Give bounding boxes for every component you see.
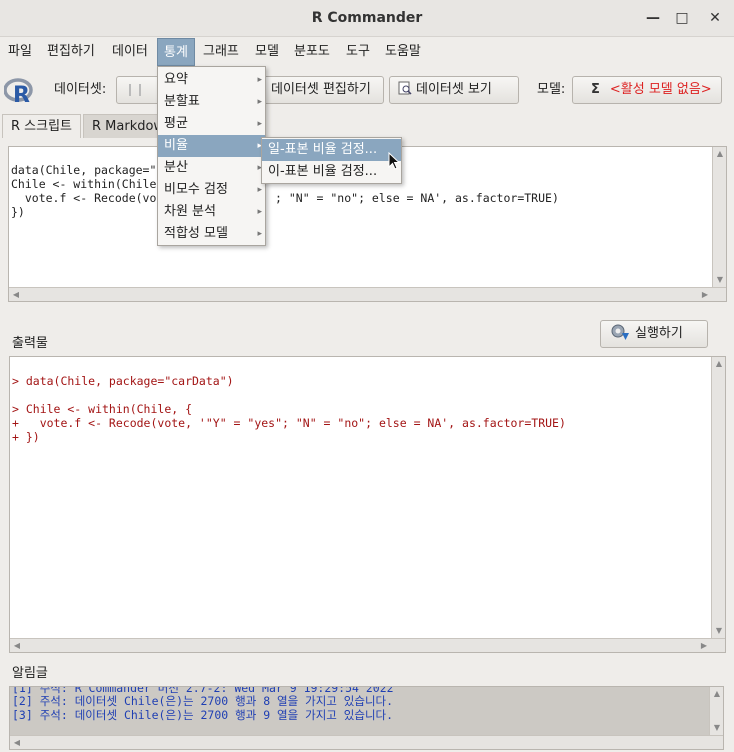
messages-label: 알림글 — [12, 666, 48, 681]
close-button[interactable]: ✕ — [705, 8, 725, 28]
script-line-3: vote.f <- Recode(vo — [11, 191, 157, 205]
menu-data[interactable]: 데이터 — [106, 38, 154, 66]
gear-run-icon — [611, 324, 629, 340]
scroll-left-arrow-icon[interactable]: ◀ — [10, 736, 24, 749]
maximize-button[interactable]: □ — [672, 8, 692, 28]
menu-graphs[interactable]: 그래프 — [197, 38, 245, 66]
script-line-3-tail: ; "N" = "no"; else = NA', as.factor=TRUE… — [275, 191, 559, 205]
minimize-button[interactable]: — — [643, 8, 663, 28]
run-button[interactable]: 실행하기 — [600, 320, 708, 348]
output-line-4: + vote.f <- Recode(vote, '"Y" = "yes"; "… — [12, 416, 566, 430]
sigma-icon: Σ — [591, 82, 600, 97]
view-dataset-button[interactable]: 데이터셋 보기 — [389, 76, 519, 104]
output-label: 출력물 — [12, 336, 48, 351]
output-horizontal-scrollbar[interactable]: ◀ ▶ — [10, 638, 725, 652]
menu-item-contingency-tables[interactable]: 분할표 ▸ — [158, 91, 265, 113]
script-line-4: }) — [11, 205, 25, 219]
menu-statistics[interactable]: 통계 — [157, 38, 195, 66]
message-line-2: [2] 주석: 데이터셋 Chile(은)는 2700 행과 8 열을 가지고 … — [12, 694, 394, 708]
menu-item-summaries[interactable]: 요약 ▸ — [158, 69, 265, 91]
proportions-submenu: 일-표본 비율 검정... 이-표본 비율 검정... — [261, 137, 402, 184]
output-line-5: + }) — [12, 430, 40, 444]
r-logo-icon: R — [4, 78, 33, 105]
script-vertical-scrollbar[interactable]: ▲ ▼ — [712, 147, 726, 287]
messages-horizontal-scrollbar[interactable]: ◀ — [10, 735, 723, 749]
script-line-2: Chile <- within(Chile — [11, 177, 157, 191]
submenu-arrow-icon: ▸ — [257, 207, 262, 217]
menu-file[interactable]: 파일 — [2, 38, 38, 66]
scroll-down-arrow-icon[interactable]: ▼ — [712, 624, 726, 638]
message-line-3: [3] 주석: 데이터셋 Chile(은)는 2700 행과 9 열을 가지고 … — [12, 708, 394, 722]
output-vertical-scrollbar[interactable]: ▲ ▼ — [711, 357, 725, 638]
menu-item-fit-models[interactable]: 적합성 모델 ▸ — [158, 223, 265, 245]
scroll-up-arrow-icon[interactable]: ▲ — [712, 357, 726, 371]
scroll-left-arrow-icon[interactable]: ◀ — [10, 639, 24, 653]
script-line-1: data(Chile, package=" — [11, 163, 157, 177]
menu-item-proportions[interactable]: 비율 ▸ — [158, 135, 265, 157]
dataset-label: 데이터셋: — [54, 82, 107, 97]
scroll-left-arrow-icon[interactable]: ◀ — [9, 288, 23, 302]
scroll-down-arrow-icon[interactable]: ▼ — [713, 273, 727, 287]
scroll-up-arrow-icon[interactable]: ▲ — [713, 147, 727, 161]
messages-pane[interactable]: [1] 주석: R Commander 버전 2.7-2: Wed Mar 9 … — [9, 686, 724, 750]
output-pane[interactable]: > data(Chile, package="carData") > Chile… — [9, 356, 726, 653]
menu-item-two-sample-proportions-test[interactable]: 이-표본 비율 검정... — [262, 161, 401, 183]
scroll-up-arrow-icon[interactable]: ▲ — [710, 687, 723, 701]
submenu-arrow-icon: ▸ — [257, 97, 262, 107]
tab-r-script[interactable]: R 스크립트 — [2, 114, 82, 138]
edit-dataset-button[interactable]: 데이터셋 편집하기 — [262, 76, 384, 104]
statistics-dropdown-menu: 요약 ▸ 분할표 ▸ 평균 ▸ 비율 ▸ 분산 ▸ 비모수 검정 ▸ 차원 분석 ▸ 적합성 … — [157, 66, 266, 246]
window-title: R Commander — [311, 10, 423, 26]
submenu-arrow-icon: ▸ — [257, 75, 262, 85]
menu-item-dimensional-analysis[interactable]: 차원 분석 ▸ — [158, 201, 265, 223]
active-model-value: <활성 모델 없음> — [609, 82, 712, 97]
mouse-cursor-icon — [388, 152, 401, 170]
model-label: 모델: — [537, 82, 566, 97]
submenu-arrow-icon: ▸ — [257, 229, 262, 239]
dataset-placeholder-icon — [129, 84, 141, 96]
output-line-3: > Chile <- within(Chile, { — [12, 402, 193, 416]
view-dataset-icon — [398, 81, 412, 95]
model-selector-button[interactable]: Σ <활성 모델 없음> — [572, 76, 722, 104]
menu-help[interactable]: 도움말 — [379, 38, 427, 66]
menu-item-means[interactable]: 평균 ▸ — [158, 113, 265, 135]
view-dataset-label: 데이터셋 보기 — [416, 82, 492, 97]
script-horizontal-scrollbar[interactable]: ◀ ▶ — [9, 287, 726, 301]
submenu-arrow-icon: ▸ — [257, 119, 262, 129]
menu-item-variances[interactable]: 분산 ▸ — [158, 157, 265, 179]
edit-dataset-label: 데이터셋 편집하기 — [271, 82, 371, 97]
menu-tools[interactable]: 도구 — [340, 38, 376, 66]
svg-text:R: R — [13, 83, 30, 105]
run-button-label: 실행하기 — [635, 326, 683, 341]
menu-edit[interactable]: 편집하기 — [41, 38, 101, 66]
menu-item-one-sample-proportion-test[interactable]: 일-표본 비율 검정... — [262, 139, 401, 161]
messages-vertical-scrollbar[interactable]: ▲ ▼ — [709, 687, 723, 735]
menu-models[interactable]: 모델 — [249, 38, 285, 66]
menu-distributions[interactable]: 분포도 — [288, 38, 336, 66]
output-line-1: > data(Chile, package="carData") — [12, 374, 234, 388]
scroll-down-arrow-icon[interactable]: ▼ — [710, 721, 723, 735]
menu-item-nonparametric-tests[interactable]: 비모수 검정 ▸ — [158, 179, 265, 201]
dataset-selector-button[interactable] — [116, 76, 160, 104]
scroll-right-arrow-icon[interactable]: ▶ — [698, 288, 712, 302]
scroll-right-arrow-icon[interactable]: ▶ — [697, 639, 711, 653]
